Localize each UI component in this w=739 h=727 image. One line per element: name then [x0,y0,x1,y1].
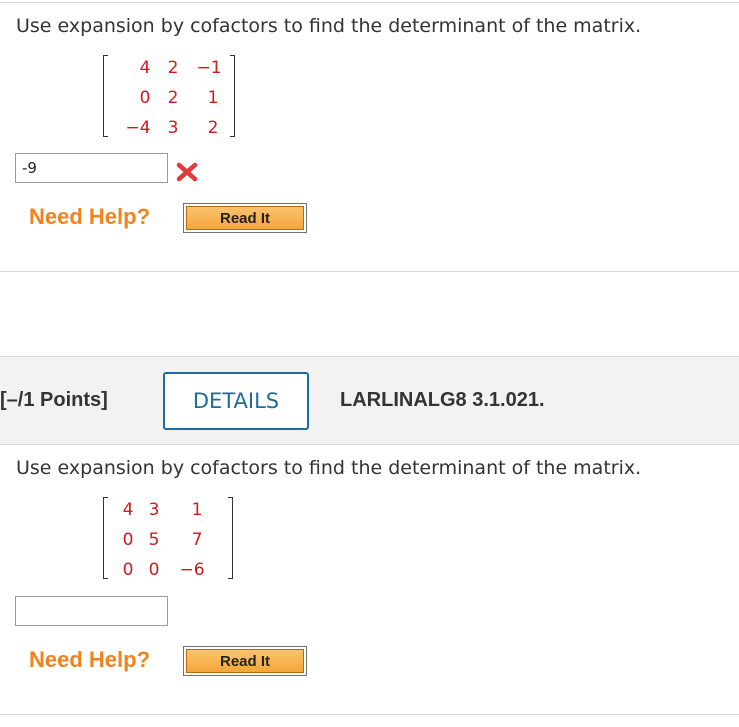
matrix-cell: 4 [139,58,151,78]
matrix-cell: 0 [139,88,151,108]
matrix-cell: 2 [167,58,179,78]
top-divider [0,2,739,3]
question2-prompt: Use expansion by cofactors to find the d… [16,457,642,479]
matrix-cell: 7 [191,530,203,550]
header-top-border [0,356,739,357]
question2-read-it-button[interactable]: Read It [183,646,307,676]
points-label: [–/1 Points] [0,389,108,411]
question1-answer-input[interactable] [15,153,168,183]
question2-matrix: 4 3 1 0 5 7 0 0 −6 [103,497,233,580]
matrix-cell: 0 [148,560,160,580]
question1-read-it-button[interactable]: Read It [183,203,307,233]
matrix-left-bracket [103,497,108,579]
matrix-right-bracket [228,497,233,579]
read-it-label: Read It [186,206,304,230]
section-divider [0,271,739,272]
bottom-divider [0,714,739,715]
read-it-label: Read It [186,649,304,673]
x-mark-icon [176,162,198,182]
matrix-right-bracket [230,55,235,137]
problem-id: LARLINALG8 3.1.021. [340,389,545,411]
question2-need-help-label: Need Help? [29,647,151,672]
matrix-cell: 3 [167,118,179,138]
matrix-cell: 1 [207,88,219,108]
matrix-left-bracket [103,55,108,137]
details-button[interactable]: DETAILS [163,372,309,430]
matrix-cell: 2 [167,88,179,108]
question1-matrix: 4 2 −1 0 2 1 −4 3 2 [103,55,235,138]
matrix-cell: 3 [148,500,160,520]
matrix-cell: 2 [207,118,219,138]
matrix-cell: −4 [125,118,151,138]
matrix-cell: −6 [179,560,205,580]
header-bottom-border [0,444,739,445]
question1-need-help-label: Need Help? [29,204,151,229]
matrix-cell: −1 [196,58,222,78]
matrix-cell: 5 [148,530,160,550]
question2-answer-input[interactable] [15,596,168,626]
question1-prompt: Use expansion by cofactors to find the d… [16,15,642,37]
matrix-cell: 1 [191,500,203,520]
